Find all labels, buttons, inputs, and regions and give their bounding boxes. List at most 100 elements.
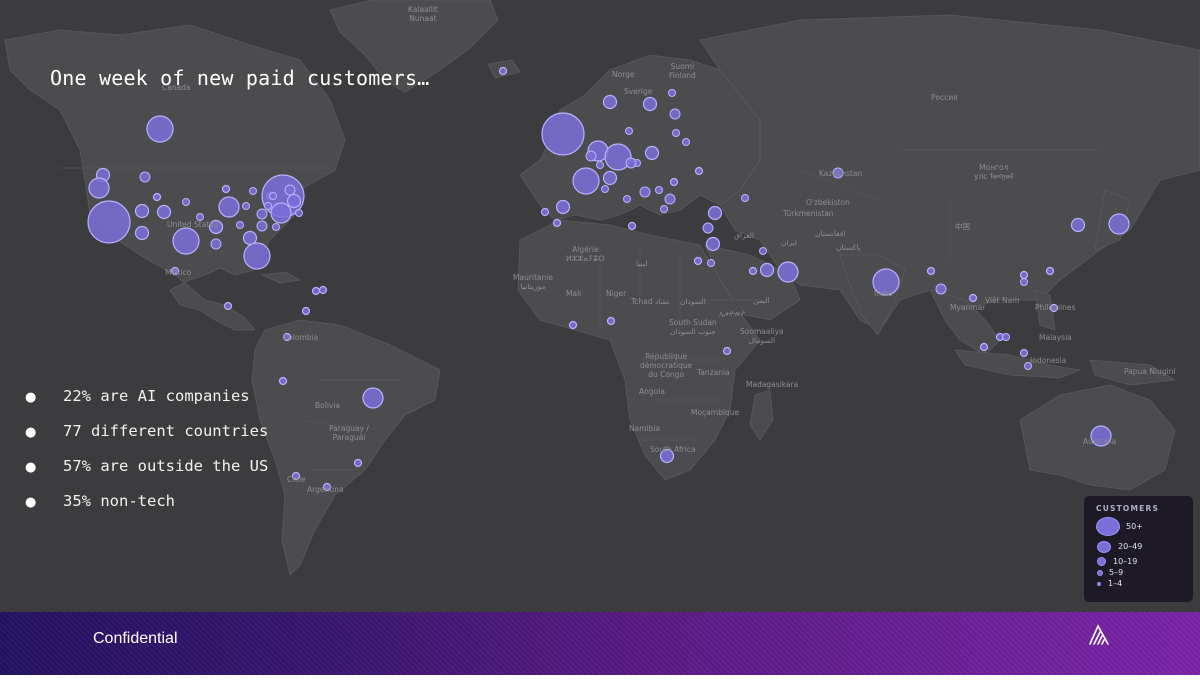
customer-bubble-cluster bbox=[623, 195, 631, 203]
legend-circle-20-49 bbox=[1097, 541, 1111, 553]
customer-bubble-israel bbox=[705, 236, 721, 252]
customer-bubble-saudi-arabia bbox=[748, 266, 758, 276]
customer-bubble-cluster bbox=[256, 208, 268, 220]
customer-bubble-lisbon bbox=[540, 207, 550, 217]
legend-circle-10-19 bbox=[1097, 557, 1106, 566]
map-label-indonesia: Indonesia bbox=[1030, 356, 1067, 365]
map-label-mocambique: Moçambique bbox=[691, 408, 740, 417]
customer-bubble-salt-lake-city bbox=[152, 192, 162, 202]
map-label-tanzania: Tanzania bbox=[697, 368, 730, 377]
bullet-text: 57% are outside the US bbox=[63, 457, 269, 475]
bullet-dot-icon: ● bbox=[25, 495, 37, 510]
footer-bar: Confidential bbox=[0, 612, 1200, 675]
customer-bubble-cluster bbox=[585, 150, 597, 162]
map-label-viet-nam: Việt Nam bbox=[985, 296, 1020, 305]
customer-bubble-phoenix bbox=[134, 225, 150, 241]
bullet-text: 77 different countries bbox=[63, 422, 269, 440]
customer-bubble-cluster bbox=[625, 127, 633, 135]
customer-bubble-cluster bbox=[702, 222, 714, 234]
customer-bubble-cluster bbox=[139, 171, 151, 183]
customer-bubble-uruguay bbox=[353, 458, 363, 468]
customer-bubble-costa-rica bbox=[301, 306, 311, 316]
customer-bubble-cluster bbox=[182, 198, 190, 206]
map-label-bolivia: Bolivia bbox=[315, 401, 341, 410]
map-label-kalaallit: Kalaallit Nunaat bbox=[408, 5, 438, 23]
bottom-margin bbox=[0, 675, 1200, 683]
map-label-tchad: Tchad تشاد bbox=[631, 297, 670, 306]
customer-bubble-washington-dc bbox=[270, 202, 292, 224]
customer-bubble-florida bbox=[243, 242, 271, 270]
customer-bubble-cluster bbox=[596, 161, 604, 169]
customer-bubble-cluster bbox=[264, 202, 272, 210]
map-label-mali: Mali bbox=[566, 289, 582, 298]
customer-bubble-madrid bbox=[555, 199, 571, 215]
map-label-rossiya: Россия bbox=[931, 93, 958, 102]
map-label-mauritanie: Mauritanie موريتانيا bbox=[513, 273, 553, 291]
customer-bubble-cluster bbox=[272, 223, 280, 231]
customer-bubble-minneapolis bbox=[221, 184, 231, 194]
slide-title: One week of new paid customers… bbox=[50, 66, 430, 90]
customer-bubble-cluster bbox=[664, 193, 676, 205]
customer-bubble-japan bbox=[1108, 213, 1130, 235]
legend-item-10-19: 10–19 bbox=[1084, 556, 1193, 570]
customer-bubble-london bbox=[541, 112, 585, 156]
confidential-label: Confidential bbox=[93, 630, 178, 647]
legend-label: 50+ bbox=[1126, 522, 1143, 531]
bullet-text: 22% are AI companies bbox=[63, 387, 250, 405]
customer-bubble-turkey bbox=[707, 205, 723, 221]
customer-bubble-dominican-republic bbox=[311, 286, 321, 296]
customer-bubble-peru bbox=[278, 376, 288, 386]
customer-bubble-egypt bbox=[693, 256, 703, 266]
map-label-sverige: Sverige bbox=[624, 87, 653, 96]
footer-texture bbox=[0, 612, 1200, 675]
map-label-pakistan: پاکستان bbox=[836, 243, 861, 252]
map-label-ozbekiston: O'zbekiston bbox=[806, 198, 850, 207]
customer-bubble-boston bbox=[286, 193, 302, 209]
bullet-dot-icon: ● bbox=[25, 390, 37, 405]
map-label-libya: ليبيا bbox=[636, 259, 648, 268]
customer-bubble-cluster bbox=[256, 220, 268, 232]
customer-bubble-austin bbox=[172, 227, 200, 255]
bullet-dot-icon: ● bbox=[25, 460, 37, 475]
customer-bubble-brazil bbox=[362, 387, 384, 409]
map-label-australia: Australia bbox=[1083, 437, 1117, 446]
customer-bubble-italy bbox=[627, 221, 637, 231]
customer-bubble-cluster bbox=[639, 186, 651, 198]
map-label-iraq: العراق bbox=[734, 231, 755, 240]
customer-bubble-morocco bbox=[552, 218, 562, 228]
customer-bubble-hong-kong bbox=[1019, 270, 1029, 280]
customer-bubble-nigeria bbox=[606, 316, 616, 326]
customer-bubble-ukraine bbox=[694, 166, 704, 176]
legend-title: CUSTOMERS bbox=[1096, 504, 1160, 513]
legend-circle-5-9 bbox=[1097, 570, 1103, 576]
map-label-afghanistan: افغانستان bbox=[815, 229, 846, 238]
customers-legend: CUSTOMERS 50+ 20–49 10–19 5–9 1–4 bbox=[1084, 496, 1193, 602]
customer-bubble-cluster bbox=[669, 108, 681, 120]
map-label-south-africa: South Africa bbox=[650, 445, 696, 454]
map-label-yemen: اليمن bbox=[753, 296, 770, 305]
customer-bubble-cluster bbox=[682, 138, 690, 146]
map-label-suomi: Suomi Finland bbox=[669, 62, 696, 80]
customer-bubble-switzerland bbox=[602, 170, 618, 186]
customer-bubble-cluster bbox=[295, 209, 303, 217]
customer-bubble-stockholm bbox=[602, 94, 618, 110]
customer-bubble-calgary bbox=[146, 115, 174, 143]
customer-bubble-cluster bbox=[759, 247, 767, 255]
map-label-philippines: Philippines bbox=[1035, 303, 1076, 312]
map-label-chile: Chile bbox=[287, 475, 306, 484]
map-label-niger: Niger bbox=[606, 289, 627, 298]
customer-bubble-cluster bbox=[249, 187, 257, 195]
customer-bubble-romania bbox=[669, 177, 679, 187]
slide: Kalaallit Nunaat Canada United States Méx… bbox=[0, 0, 1200, 683]
map-label-myanmar: Myanmar bbox=[950, 303, 986, 312]
customer-bubble-cluster bbox=[242, 202, 250, 210]
customer-bubble-cluster bbox=[210, 238, 222, 250]
customer-bubble-puerto-rico bbox=[318, 285, 328, 295]
map-label-papua: Papua Niugini bbox=[1124, 367, 1176, 376]
legend-label: 20–49 bbox=[1118, 542, 1143, 551]
customer-bubble-cluster bbox=[269, 192, 277, 200]
customer-bubble-helsinki bbox=[642, 96, 658, 112]
legend-circle-1-4 bbox=[1097, 582, 1101, 586]
map-label-south-sudan: South Sudan جنوب السودان bbox=[669, 318, 717, 336]
map-label-argentina: Argentina bbox=[307, 485, 344, 494]
